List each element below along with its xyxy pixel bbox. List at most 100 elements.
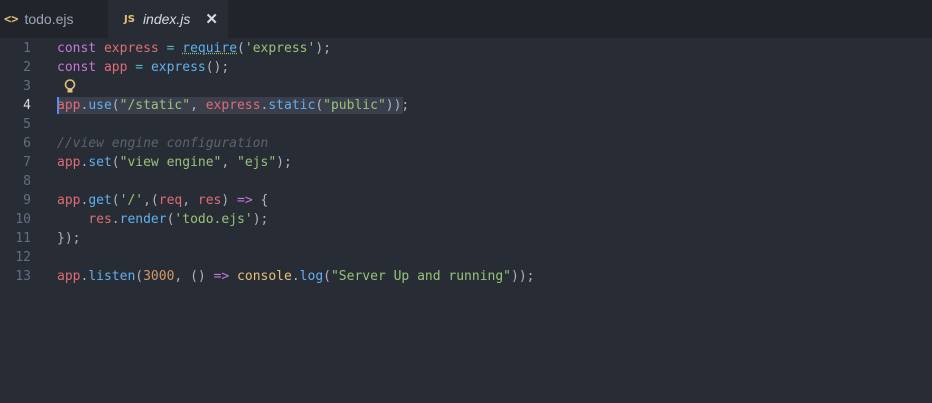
code-line[interactable]: 13 app.listen(3000, () => console.log("Se… (0, 267, 932, 286)
line-number: 8 (23, 174, 31, 189)
line-number: 7 (23, 155, 31, 170)
code-token: app (57, 98, 81, 113)
code-line[interactable]: 10 res.render('todo.ejs'); (0, 210, 932, 229)
code-token: use (88, 98, 112, 113)
code-token: 3000 (143, 269, 175, 284)
code-token: => (213, 269, 230, 284)
code-token: ,( (143, 193, 159, 208)
code-line[interactable]: 4 app.use("/static", express.static("publ… (0, 96, 932, 115)
code-token: 'express' (244, 41, 316, 56)
code-token: ); (315, 41, 331, 56)
tab-index-js[interactable]: JS index.js ✕ (108, 0, 228, 38)
code-line[interactable]: 5 (0, 115, 932, 134)
code-editor: <> todo.ejs JS index.js ✕ 1 const express… (0, 0, 932, 403)
line-content: const express = require('express'); (57, 39, 331, 58)
code-token: ); (252, 212, 269, 227)
code-line[interactable]: 6 //view engine configuration (0, 134, 932, 153)
js-file-icon: JS (124, 13, 135, 25)
code-token: , (190, 98, 206, 113)
code-token: express (103, 41, 159, 56)
code-line[interactable]: 3 (0, 77, 932, 96)
line-content: app.get('/',(req, res) => { (57, 191, 268, 210)
code-token: app (57, 193, 81, 208)
ejs-file-icon: <> (4, 12, 19, 26)
code-token: . (291, 269, 300, 284)
code-token: , (221, 155, 238, 170)
line-content: app.listen(3000, () => console.log("Serv… (57, 267, 534, 286)
code-token: require (182, 41, 238, 56)
code-area[interactable]: 1 const express = require('express'); 2 con… (0, 38, 932, 403)
code-token: res (88, 212, 112, 227)
code-token: set (88, 155, 112, 170)
code-token: "Server Up and running" (330, 269, 511, 284)
code-token: , (182, 193, 198, 208)
code-token: listen (88, 269, 136, 284)
code-token: ( (135, 269, 144, 284)
code-token: express (205, 98, 261, 113)
line-number: 2 (23, 60, 31, 75)
code-token: => (237, 193, 253, 208)
code-line[interactable]: 1 const express = require('express'); (0, 39, 932, 58)
code-token: app (57, 269, 81, 284)
code-line[interactable]: 8 (0, 172, 932, 191)
code-token: render (119, 212, 167, 227)
code-token: , () (174, 269, 214, 284)
line-number: 6 (23, 136, 31, 151)
code-token: const (57, 41, 104, 56)
code-token: )); (511, 269, 535, 284)
code-token: log (299, 269, 324, 284)
code-token: ( (237, 41, 245, 56)
code-line[interactable]: 11}); (0, 229, 932, 248)
code-token: ( (111, 98, 120, 113)
tab-label: index.js (142, 11, 191, 27)
code-line[interactable]: 2 const app = express(); (0, 58, 932, 77)
line-number: 9 (23, 193, 31, 208)
tab-bar: <> todo.ejs JS index.js ✕ (0, 0, 932, 38)
code-token: ( (315, 98, 324, 113)
line-content: app.use("/static", express.static("publi… (57, 96, 409, 115)
line-content: res.render('todo.ejs'); (57, 210, 268, 229)
code-token: express (150, 60, 206, 75)
code-token: get (88, 193, 112, 208)
line-content: }); (57, 229, 80, 248)
code-token: }); (57, 231, 81, 246)
line-number: 1 (23, 41, 31, 56)
code-token: '/' (119, 193, 144, 208)
code-token: 'todo.ejs' (174, 212, 253, 227)
code-token: res (197, 193, 222, 208)
code-token: { (252, 193, 269, 208)
line-number: 5 (23, 117, 31, 132)
line-content: //view engine configuration (57, 134, 268, 153)
line-number: 3 (23, 79, 31, 94)
line-number: 4 (23, 98, 31, 113)
code-token: "ejs" (237, 155, 277, 170)
lightbulb-icon[interactable] (63, 79, 77, 94)
code-line[interactable]: 7 app.set("view engine", "ejs"); (0, 153, 932, 172)
code-token: static (268, 98, 316, 113)
tab-todo-ejs[interactable]: <> todo.ejs (0, 0, 108, 38)
close-icon[interactable]: ✕ (205, 10, 218, 28)
line-number: 12 (15, 250, 31, 265)
code-token: ( (111, 155, 120, 170)
line-content: app.set("view engine", "ejs"); (57, 153, 292, 172)
code-token: app (57, 155, 81, 170)
code-token: //view engine configuration (57, 136, 269, 151)
line-content: const app = express(); (57, 58, 229, 77)
line-number: 11 (15, 231, 31, 246)
code-line[interactable]: 9 app.get('/',(req, res) => { (0, 191, 932, 210)
code-token: )); (385, 98, 410, 113)
code-token: = (127, 60, 151, 75)
line-number: 10 (15, 212, 31, 227)
line-number: 13 (15, 269, 31, 284)
tab-label: todo.ejs (24, 11, 74, 27)
code-token: ( (323, 269, 331, 284)
code-token: const (57, 60, 104, 75)
code-token: (); (205, 60, 230, 75)
code-line[interactable]: 12 (0, 248, 932, 267)
code-token: "/static" (119, 98, 191, 113)
code-token: "public" (323, 98, 386, 113)
code-token: ) (221, 193, 238, 208)
code-token: ( (111, 193, 120, 208)
